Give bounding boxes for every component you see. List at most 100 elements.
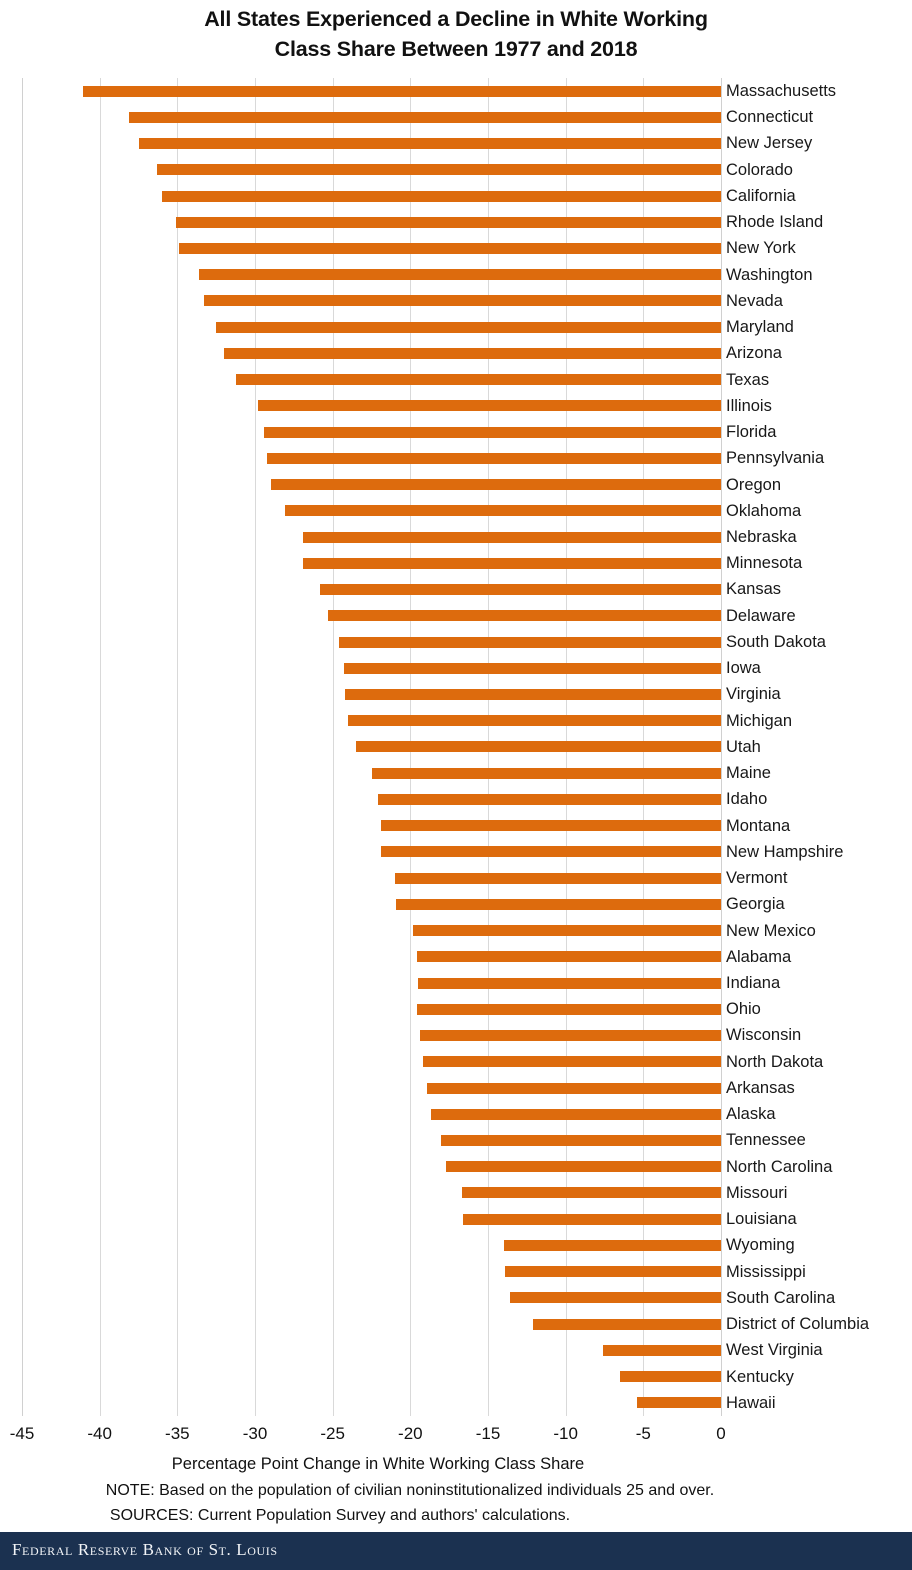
- x-tick-label: 0: [716, 1424, 726, 1443]
- bar[interactable]: [505, 1266, 721, 1278]
- bar[interactable]: [418, 977, 721, 989]
- bar-row: Nevada: [22, 288, 783, 314]
- bar[interactable]: [328, 610, 721, 622]
- bar-row: Maryland: [22, 314, 794, 340]
- bar-row: Tennessee: [22, 1127, 806, 1153]
- bar-row: New Hampshire: [22, 839, 843, 865]
- x-axis-title: Percentage Point Change in White Working…: [171, 1455, 585, 1473]
- bar-label: Idaho: [726, 790, 768, 809]
- bar[interactable]: [338, 636, 721, 648]
- bar[interactable]: [413, 925, 721, 937]
- bar-row: Iowa: [22, 655, 761, 681]
- bar-label: Vermont: [726, 869, 788, 888]
- bar[interactable]: [345, 688, 721, 700]
- bar[interactable]: [223, 347, 721, 359]
- bar[interactable]: [348, 715, 721, 727]
- bar[interactable]: [270, 479, 721, 491]
- bar-label: Massachusetts: [726, 82, 837, 100]
- bar-row: South Carolina: [22, 1285, 835, 1311]
- bar-row: Oklahoma: [22, 498, 801, 524]
- bar[interactable]: [138, 138, 721, 150]
- bar[interactable]: [463, 1213, 721, 1225]
- bar[interactable]: [303, 531, 721, 543]
- bar[interactable]: [377, 793, 721, 805]
- bar-label: New Hampshire: [726, 842, 844, 861]
- bar[interactable]: [446, 1161, 721, 1173]
- bar[interactable]: [157, 164, 721, 176]
- bar-label: New York: [726, 239, 796, 258]
- bar[interactable]: [129, 111, 721, 123]
- bar[interactable]: [637, 1397, 721, 1409]
- bar-label: Nevada: [726, 291, 783, 310]
- bar-row: Kentucky: [22, 1364, 794, 1390]
- bar[interactable]: [602, 1344, 721, 1356]
- bar-row: Alabama: [22, 944, 791, 970]
- bar[interactable]: [422, 1056, 721, 1068]
- bar[interactable]: [416, 1003, 721, 1015]
- footer-bar: Federal Reserve Bank of St. Louis: [0, 1532, 912, 1570]
- bar-label: Hawaii: [726, 1393, 776, 1412]
- bar[interactable]: [161, 190, 721, 202]
- x-tick-label: -30: [242, 1424, 268, 1443]
- bar[interactable]: [396, 898, 721, 910]
- bar[interactable]: [427, 1082, 721, 1094]
- bar[interactable]: [503, 1239, 721, 1251]
- bar[interactable]: [264, 426, 721, 438]
- bar-label: Texas: [726, 370, 770, 389]
- bar[interactable]: [441, 1134, 721, 1146]
- bar-row: Hawaii: [22, 1390, 776, 1416]
- bar[interactable]: [267, 452, 721, 464]
- bar[interactable]: [178, 243, 721, 254]
- bar[interactable]: [203, 295, 721, 307]
- bar[interactable]: [82, 85, 721, 97]
- bar-label: South Carolina: [726, 1288, 836, 1307]
- bar[interactable]: [303, 557, 721, 569]
- x-tick-label: -20: [398, 1424, 423, 1443]
- bar-row: Wisconsin: [22, 1022, 801, 1048]
- bar[interactable]: [371, 767, 721, 779]
- bar[interactable]: [430, 1108, 721, 1120]
- bar-row: Utah: [22, 734, 761, 760]
- bar[interactable]: [199, 269, 721, 281]
- bar[interactable]: [216, 321, 721, 333]
- chart-title-line-1: All States Experienced a Decline in Whit…: [204, 7, 708, 31]
- bar-rows: Massachusetts Connecticut New Jersey Colora…: [22, 78, 869, 1416]
- bar-row: Arkansas: [22, 1075, 795, 1101]
- bar-row: Indiana: [22, 970, 780, 996]
- bar-label: Michigan: [726, 711, 793, 730]
- bar-row: Michigan: [22, 708, 792, 734]
- bar-row: North Carolina: [22, 1154, 832, 1180]
- bar-label: Pennsylvania: [726, 449, 825, 468]
- footer-logo-text: Federal Reserve Bank of St. Louis: [12, 1540, 278, 1559]
- bar[interactable]: [394, 872, 721, 884]
- bar-label: New Mexico: [726, 921, 816, 940]
- chart-note: NOTE: Based on the population of civilia…: [105, 1482, 715, 1499]
- bar[interactable]: [258, 400, 721, 412]
- bar[interactable]: [380, 846, 721, 858]
- bar[interactable]: [320, 584, 721, 596]
- bar[interactable]: [380, 820, 721, 832]
- bar[interactable]: [416, 951, 721, 963]
- bar-label: South Dakota: [726, 632, 826, 651]
- bar[interactable]: [355, 741, 721, 753]
- bar-row: New Jersey: [22, 130, 812, 156]
- bar-label: Nebraska: [726, 527, 797, 546]
- bar[interactable]: [620, 1371, 721, 1383]
- bar[interactable]: [175, 216, 721, 228]
- bar-label: Wyoming: [726, 1236, 795, 1255]
- bar[interactable]: [236, 374, 721, 386]
- bar-label: West Virginia: [726, 1341, 823, 1360]
- bar-label: Arkansas: [726, 1078, 795, 1097]
- bar-row: New York: [22, 235, 796, 261]
- bar[interactable]: [343, 662, 721, 674]
- bar-label: Rhode Island: [726, 213, 824, 232]
- chart-title-line-2: Class Share Between 1977 and 2018: [274, 37, 638, 61]
- bar-row: Connecticut: [22, 104, 813, 130]
- bar-label: Indiana: [726, 973, 781, 992]
- bar[interactable]: [461, 1187, 721, 1199]
- bar[interactable]: [284, 505, 721, 517]
- bar[interactable]: [509, 1292, 721, 1304]
- bar[interactable]: [533, 1318, 721, 1330]
- bar[interactable]: [419, 1030, 721, 1042]
- bar-row: Alaska: [22, 1101, 776, 1127]
